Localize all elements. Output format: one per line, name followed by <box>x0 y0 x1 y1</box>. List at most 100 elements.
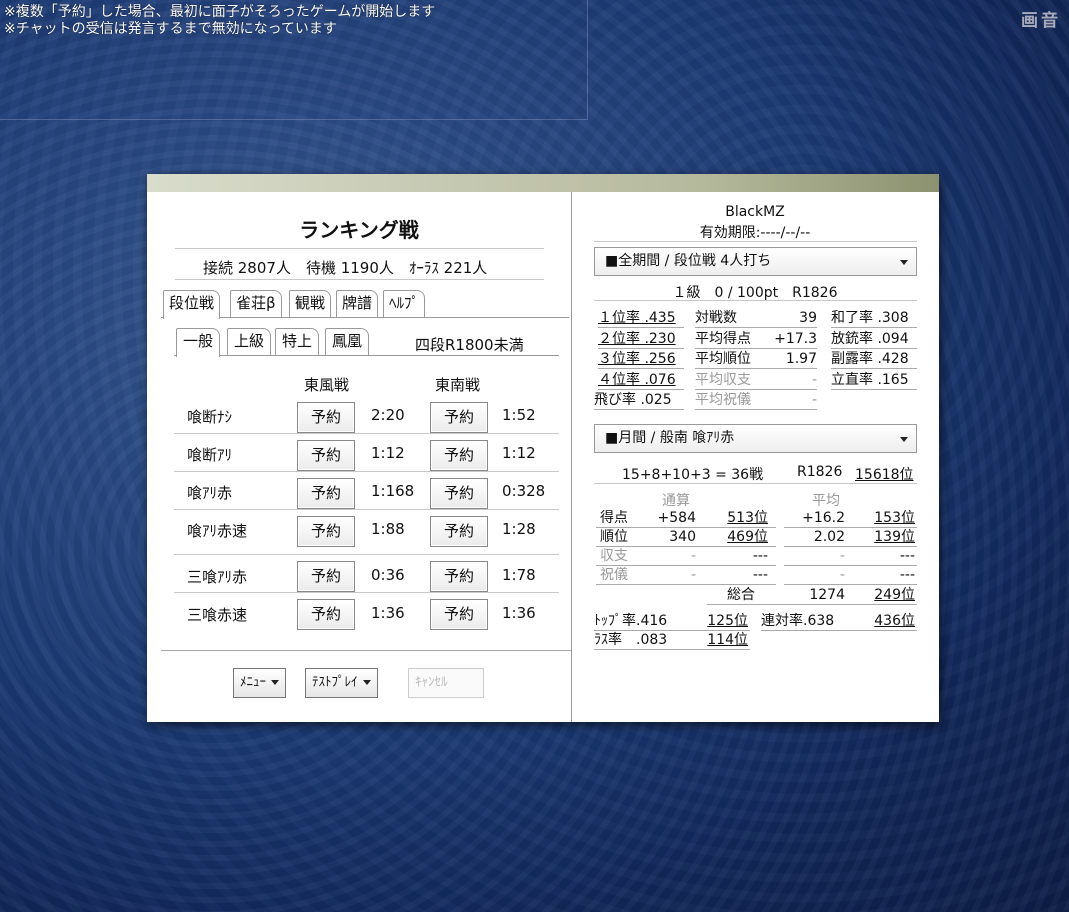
total-value: +584 <box>657 510 696 526</box>
table-row: 収支 - --- <box>596 547 776 566</box>
rank-limit: 四段R1800未満 <box>415 336 524 354</box>
page-title: ランキング戦 <box>299 218 419 242</box>
last-rate: ﾗｽ率 .083 <box>594 632 668 648</box>
row-label: 得点 <box>600 510 628 526</box>
month-position: 15618位 <box>855 467 914 483</box>
total-position: --- <box>752 567 768 583</box>
total-value: 340 <box>669 529 696 545</box>
reserve-east-button[interactable]: 予約 <box>297 402 355 433</box>
rank-points: １級 0 / 100pt R1826 <box>672 285 838 301</box>
total-position: 513位 <box>727 510 768 526</box>
rentai-rate-row: 連対率.638 436位 <box>761 612 917 631</box>
sound-image-toggle[interactable]: 画音 <box>1021 6 1061 31</box>
avg-position: 153位 <box>874 510 915 526</box>
table-row-overall: 総合 1274 249位 <box>707 586 917 605</box>
period-select-total[interactable]: ■全期間 / 段位戦 4人打ち <box>594 247 917 276</box>
top-rate-row: ﾄｯﾌﾟ率.416 125位 <box>594 612 750 631</box>
reserve-south-button[interactable]: 予約 <box>430 440 488 471</box>
stat-meld-rate: 副露率 .428 <box>831 350 917 369</box>
top-rate: ﾄｯﾌﾟ率.416 <box>594 613 668 629</box>
reserve-south-button[interactable]: 予約 <box>430 478 488 509</box>
reserve-east-button[interactable]: 予約 <box>297 440 355 471</box>
overall-position: 249位 <box>874 587 915 603</box>
testplay-button[interactable]: ﾃｽﾄﾌﾟﾚｲ <box>305 668 378 698</box>
east-count: 1:12 <box>371 444 405 462</box>
row-rule <box>174 592 559 593</box>
total-value: - <box>690 548 696 564</box>
reserve-south-button[interactable]: 予約 <box>430 516 488 547</box>
conn-rule <box>175 279 544 280</box>
south-count: 1:36 <box>502 604 536 622</box>
reserve-east-button[interactable]: 予約 <box>297 599 355 630</box>
total-value: - <box>690 567 696 583</box>
east-count: 1:168 <box>371 482 415 500</box>
stat-deal-in-rate: 放銃率 .094 <box>831 330 917 349</box>
menu-button[interactable]: ﾒﾆｭｰ <box>233 668 286 698</box>
reserve-east-button[interactable]: 予約 <box>297 516 355 547</box>
stat-games-value: 39 <box>799 310 817 326</box>
panel-header-bar <box>147 174 939 192</box>
last-rate-position: 114位 <box>707 632 748 648</box>
avg-position: 139位 <box>874 529 915 545</box>
stat-avg-points: 平均得点 +17.3 <box>695 330 817 349</box>
stat-second-rate: ２位率 .230 <box>598 330 684 349</box>
stat-avg-balance: 平均収支 - <box>695 371 817 390</box>
row-label: 喰ｱﾘ赤速 <box>187 522 248 540</box>
col-east: 東風戦 <box>304 376 350 394</box>
table-row: - --- <box>784 566 917 585</box>
player-rule <box>594 241 917 242</box>
menu-label: ﾒﾆｭｰ <box>240 675 266 690</box>
east-count: 1:36 <box>371 604 405 622</box>
tab-help[interactable]: ﾍﾙﾌﾟ <box>383 290 426 317</box>
stat-tobi-rate: 飛び率 .025 <box>594 391 684 410</box>
rentai-rate: 連対率.638 <box>761 613 835 629</box>
lobby-panel: ランキング戦 接続 2807人 待機 1190人 ｵｰﾗｽ 221人 段位戦 雀… <box>147 174 939 722</box>
chevron-down-icon <box>900 260 908 265</box>
connection-stats: 接続 2807人 待機 1190人 ｵｰﾗｽ 221人 <box>203 259 488 277</box>
subtab-special[interactable]: 特上 <box>275 328 320 355</box>
chevron-down-icon <box>271 680 279 685</box>
stat-riichi-rate: 立直率 .165 <box>831 371 917 390</box>
bottom-rule <box>161 650 571 651</box>
stat-avg-points-label: 平均得点 <box>695 331 751 347</box>
period-select-month[interactable]: ■月間 / 般南 喰ｱﾘ赤 <box>594 424 917 453</box>
stat-avg-bonus-label: 平均祝儀 <box>695 392 751 408</box>
tab-replay[interactable]: 牌譜 <box>336 290 379 317</box>
east-count: 2:20 <box>371 406 405 424</box>
stat-games: 対戦数 39 <box>695 309 817 328</box>
row-label: 三喰ｱﾘ赤 <box>187 568 248 586</box>
row-label: 喰断ｱﾘ <box>187 446 233 464</box>
stat-fourth-rate: ４位率 .076 <box>598 371 684 390</box>
month-rule <box>594 483 917 484</box>
subtab-phoenix[interactable]: 鳳凰 <box>325 328 370 355</box>
stat-avg-bonus: 平均祝儀 - <box>695 391 817 410</box>
notice-area: ※複数「予約」した場合、最初に面子がそろったゲームが開始します ※チャットの受信… <box>0 0 588 120</box>
month-rating: R1826 <box>797 464 843 480</box>
col-south: 東南戦 <box>435 376 481 394</box>
chevron-down-icon <box>362 680 371 685</box>
stat-avg-balance-label: 平均収支 <box>695 372 751 388</box>
row-label: 祝儀 <box>600 567 628 583</box>
tab-jansou[interactable]: 雀荘β <box>230 290 282 317</box>
east-count: 1:88 <box>371 520 405 538</box>
reserve-east-button[interactable]: 予約 <box>297 478 355 509</box>
stat-avg-balance-value: - <box>811 372 817 388</box>
avg-position: --- <box>899 567 915 583</box>
row-rule <box>174 554 559 555</box>
tab-spectate[interactable]: 観戦 <box>289 290 332 317</box>
subtab-general[interactable]: 一般 <box>176 328 221 357</box>
reserve-south-button[interactable]: 予約 <box>430 561 488 592</box>
reserve-east-button[interactable]: 予約 <box>297 561 355 592</box>
reserve-south-button[interactable]: 予約 <box>430 402 488 433</box>
avg-value: - <box>839 567 845 583</box>
tab-dan[interactable]: 段位戦 <box>163 290 221 319</box>
south-count: 1:52 <box>502 406 536 424</box>
subtab-upper[interactable]: 上級 <box>227 328 272 355</box>
title-rule <box>175 248 544 249</box>
reserve-south-button[interactable]: 予約 <box>430 599 488 630</box>
stat-win-rate: 和了率 .308 <box>831 309 917 328</box>
south-count: 1:12 <box>502 444 536 462</box>
cancel-button[interactable]: ｷｬﾝｾﾙ <box>408 668 484 698</box>
row-label: 順位 <box>600 529 628 545</box>
header-average: 平均 <box>812 493 840 509</box>
